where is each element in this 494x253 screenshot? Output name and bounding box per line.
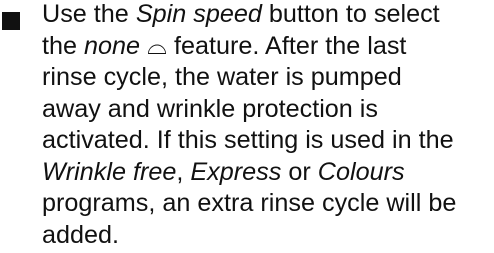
text-line-1: Use the Spin speed button to select: [42, 0, 486, 31]
text-line-2: the none ⌓ feature. After the last: [42, 31, 486, 63]
wrinkle-free-term: Wrinkle free: [42, 157, 177, 186]
text-line-4: away and wrinkle protection is: [42, 94, 378, 123]
text-line-7: programs, an extra rinse cycle will be: [42, 189, 457, 217]
text-line-5: activated. If this setting is used in th…: [42, 126, 454, 154]
text-segment: the: [42, 31, 85, 60]
text-segment: ,: [176, 157, 191, 186]
express-term: Express: [190, 157, 282, 186]
text-line-6: Wrinkle free, Express or Colours: [42, 157, 486, 189]
text-segment: button to select: [261, 0, 440, 28]
colours-term: Colours: [317, 157, 405, 186]
text-line-8: added.: [42, 220, 120, 249]
spin-speed-term: Spin speed: [135, 0, 262, 28]
none-term: none: [84, 31, 141, 60]
instruction-text: Use the Spin speed button to select the …: [42, 0, 486, 251]
bullet-square-icon: [2, 12, 20, 30]
no-spin-icon: ⌓: [147, 31, 167, 60]
text-line-3: rinse cycle, the water is pumped: [42, 63, 402, 91]
instruction-item: Use the Spin speed button to select the …: [0, 0, 494, 253]
text-segment: feature. After the last: [167, 31, 407, 60]
text-segment: Use the: [42, 0, 136, 28]
text-segment: or: [281, 157, 318, 186]
